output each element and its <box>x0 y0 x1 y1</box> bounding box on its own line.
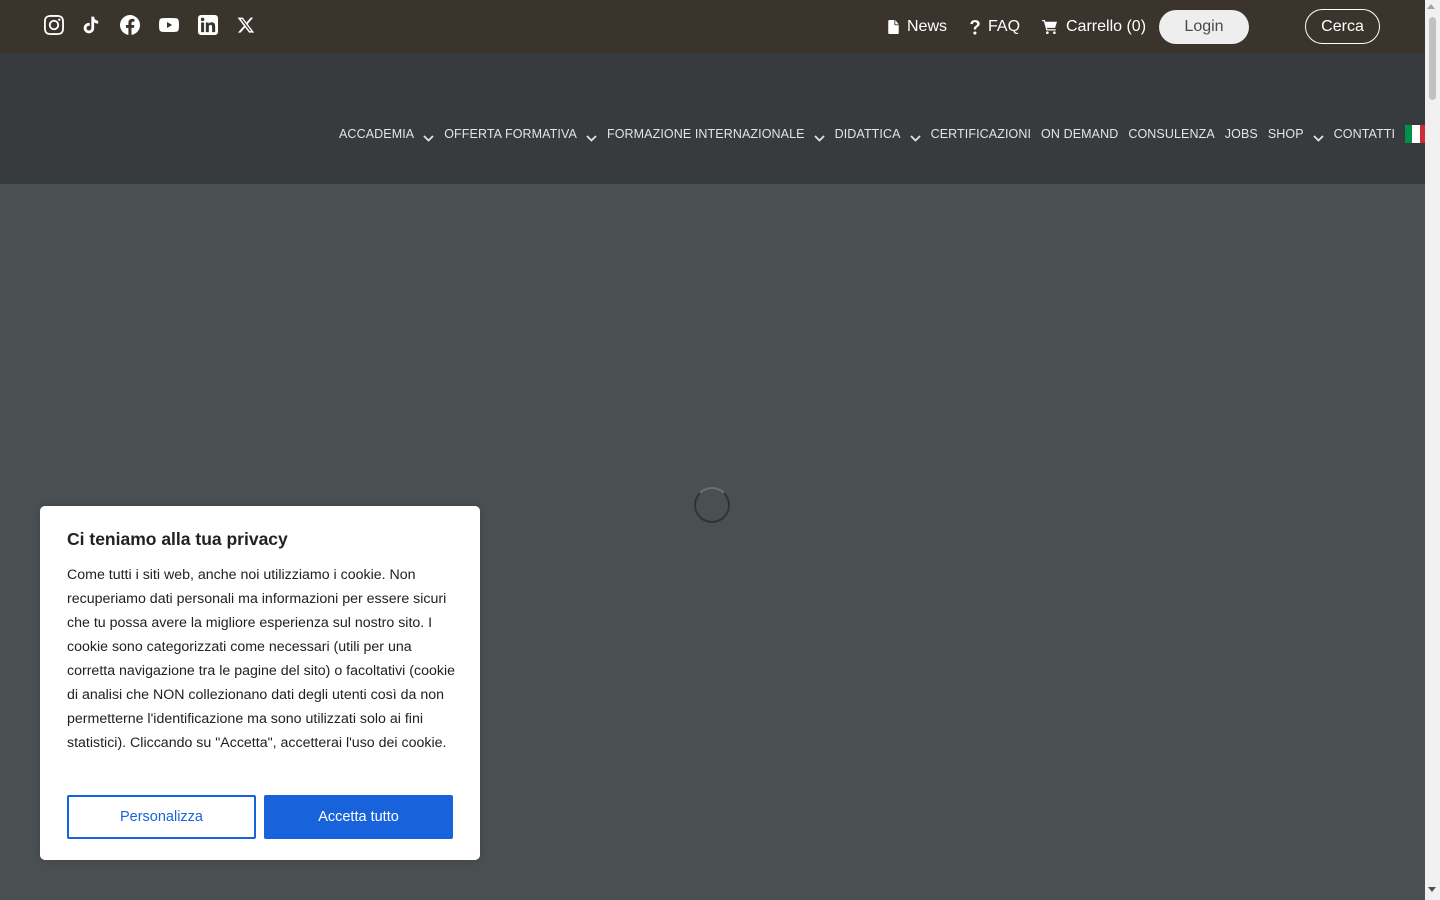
nav-item-accademia[interactable]: ACCADEMIA <box>339 127 434 142</box>
nav-item-didattica[interactable]: DIDATTICA <box>834 127 921 142</box>
nav-label: ACCADEMIA <box>339 127 415 141</box>
news-link[interactable]: News <box>888 18 947 36</box>
cookie-title: Ci teniamo alla tua privacy <box>67 529 288 549</box>
x-twitter-icon[interactable] <box>236 14 256 36</box>
nav-label: CONTATTI <box>1333 127 1396 141</box>
nav-item-shop[interactable]: SHOP <box>1267 127 1324 142</box>
chevron-down-icon <box>813 131 825 142</box>
search-button[interactable]: Cerca <box>1305 9 1380 44</box>
nav-item-contatti[interactable]: CONTATTI <box>1334 127 1395 141</box>
cookie-consent-banner: Ci teniamo alla tua privacy Come tutti i… <box>40 506 480 860</box>
social-links <box>44 14 273 36</box>
top-bar: News FAQ Carrello (0) Login Cerca <box>0 0 1425 53</box>
chevron-down-icon <box>423 131 434 142</box>
scrollbar[interactable] <box>1425 0 1440 900</box>
scroll-down-icon[interactable] <box>1428 887 1436 892</box>
youtube-icon[interactable] <box>159 14 179 36</box>
cart-link[interactable]: Carrello (0) <box>1042 18 1146 36</box>
cookie-description: Come tutti i siti web, anche noi utilizz… <box>67 567 456 751</box>
nav-item-consulenza[interactable]: CONSULENZA <box>1128 127 1214 141</box>
question-icon <box>970 19 980 35</box>
nav-label: JOBS <box>1224 127 1258 141</box>
nav-item-on-demand[interactable]: ON DEMAND <box>1041 127 1118 141</box>
instagram-icon[interactable] <box>44 14 64 36</box>
chevron-down-icon <box>909 131 921 142</box>
document-icon <box>888 20 899 34</box>
scroll-up-icon[interactable] <box>1427 4 1435 9</box>
nav-item-offerta-formativa[interactable]: OFFERTA FORMATIVA <box>444 127 597 142</box>
main-menu: ACCADEMIA OFFERTA FORMATIVA FORMAZIONE I… <box>339 125 1428 143</box>
faq-link[interactable]: FAQ <box>970 18 1020 36</box>
spinner-icon <box>694 487 730 523</box>
italy-flag-icon[interactable] <box>1405 125 1428 143</box>
nav-item-formazione-internazionale[interactable]: FORMAZIONE INTERNAZIONALE <box>606 127 825 142</box>
main-navbar <box>0 53 1425 184</box>
news-label: News <box>907 18 948 35</box>
scrollbar-thumb[interactable] <box>1429 17 1436 100</box>
customize-button[interactable]: Personalizza <box>67 795 256 839</box>
nav-label: CONSULENZA <box>1128 127 1215 141</box>
linkedin-icon[interactable] <box>198 14 218 36</box>
nav-item-certificazioni[interactable]: CERTIFICAZIONI <box>931 127 1031 141</box>
faq-label: FAQ <box>988 18 1021 35</box>
chevron-down-icon <box>586 131 597 142</box>
nav-label: FORMAZIONE INTERNAZIONALE <box>606 127 805 141</box>
cart-label: Carrello (0) <box>1066 18 1147 35</box>
nav-label: CERTIFICAZIONI <box>930 127 1032 141</box>
tiktok-icon[interactable] <box>81 14 101 36</box>
nav-label: OFFERTA FORMATIVA <box>444 127 577 141</box>
login-button[interactable]: Login <box>1159 10 1249 44</box>
nav-label: ON DEMAND <box>1041 127 1119 141</box>
nav-item-jobs[interactable]: JOBS <box>1225 127 1258 141</box>
accept-all-button[interactable]: Accetta tutto <box>264 795 453 839</box>
facebook-icon[interactable] <box>120 14 140 36</box>
nav-label: DIDATTICA <box>834 127 901 141</box>
chevron-down-icon <box>1313 131 1324 142</box>
cart-icon <box>1042 20 1057 34</box>
nav-label: SHOP <box>1267 127 1304 141</box>
